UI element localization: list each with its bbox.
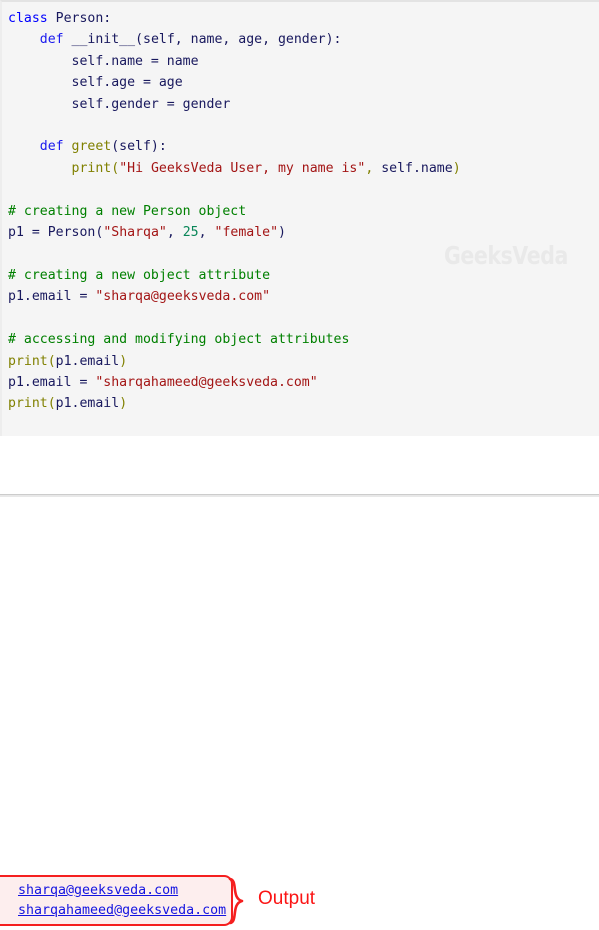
code-line: print(p1.email) — [8, 393, 599, 414]
code-token: (self): — [111, 139, 167, 155]
bottom-divider — [0, 494, 599, 497]
code-token: ) — [119, 396, 128, 412]
code-token: = — [79, 374, 96, 390]
code-token: p1.email — [55, 396, 120, 412]
code-token: self.name — [381, 160, 453, 176]
output-email-link[interactable]: sharqa@geeksveda.com — [18, 881, 226, 901]
code-token: "Hi GeeksVeda User, my name is" — [119, 160, 366, 176]
code-token: "Sharqa" — [103, 225, 167, 241]
code-token: "sharqa@geeksveda.com" — [95, 289, 271, 305]
code-token: Person — [47, 225, 96, 241]
code-token: Person: — [55, 11, 112, 26]
code-line: def greet(self): — [8, 136, 599, 157]
code-token: p1.email — [8, 374, 80, 390]
code-token: ) — [278, 225, 286, 241]
code-line: # accessing and modifying object attribu… — [8, 329, 599, 350]
code-token: = — [79, 289, 96, 305]
code-token: def — [39, 32, 72, 48]
curly-brace-icon — [228, 877, 250, 925]
code-token: ) — [452, 160, 461, 176]
code-line: p1.email = "sharqahameed@geeksveda.com" — [8, 372, 599, 393]
code-line: print("Hi GeeksVeda User, my name is", s… — [8, 158, 599, 179]
code-block: class Person: def __init__(self, name, a… — [0, 0, 599, 436]
code-line: p1.email = "sharqa@geeksveda.com" — [8, 286, 599, 307]
code-line: # creating a new Person object — [8, 201, 599, 222]
code-token: , — [166, 225, 183, 241]
code-line: print(p1.email) — [8, 351, 599, 372]
code-line: self.age = age — [8, 72, 599, 93]
code-line: def __init__(self, name, age, gender): — [8, 29, 599, 50]
code-token: self.gender = gender — [8, 96, 231, 112]
output-email-link[interactable]: sharqahameed@geeksveda.com — [18, 901, 226, 921]
code-token: p1 — [8, 225, 32, 241]
code-token: greet — [71, 139, 112, 155]
code-line: class Person: — [8, 8, 599, 29]
code-token: , — [198, 225, 215, 241]
code-line: self.gender = gender — [8, 94, 599, 115]
code-listing: class Person: def __init__(self, name, a… — [8, 8, 599, 415]
code-token: "female" — [214, 225, 279, 241]
code-token: p1.email — [55, 353, 120, 369]
code-token: ( — [47, 353, 56, 369]
code-token: print — [71, 160, 112, 176]
code-token: = — [31, 225, 48, 241]
code-token: def — [39, 139, 72, 155]
code-token: class — [8, 11, 56, 26]
code-token: print — [8, 353, 48, 369]
output-area: sharqa@geeksveda.com sharqahameed@geeksve… — [0, 436, 599, 926]
code-token: # creating a new object attribute — [8, 267, 271, 283]
code-token: "sharqahameed@geeksveda.com" — [95, 374, 318, 390]
code-token: print — [8, 396, 48, 412]
code-line: # creating a new object attribute — [8, 265, 599, 286]
code-token: ( — [111, 160, 120, 176]
code-token: self.age = age — [8, 75, 183, 91]
code-token: (self, name, age, gender): — [135, 32, 342, 48]
output-text-lines: sharqa@geeksveda.com sharqahameed@geeksve… — [18, 881, 226, 920]
code-token: ) — [119, 353, 128, 369]
code-line: self.name = name — [8, 51, 599, 72]
code-token: , — [365, 160, 382, 176]
code-token: # creating a new Person object — [8, 203, 247, 219]
code-token: # accessing and modifying object attribu… — [8, 332, 350, 348]
code-token: __init__ — [71, 32, 136, 48]
code-token: ( — [47, 396, 56, 412]
code-token: p1.email — [8, 289, 80, 305]
code-token: 25 — [182, 225, 199, 241]
output-label: Output — [258, 888, 316, 909]
code-line: p1 = Person("Sharqa", 25, "female") — [8, 222, 599, 243]
code-token: self.name = name — [8, 53, 199, 69]
